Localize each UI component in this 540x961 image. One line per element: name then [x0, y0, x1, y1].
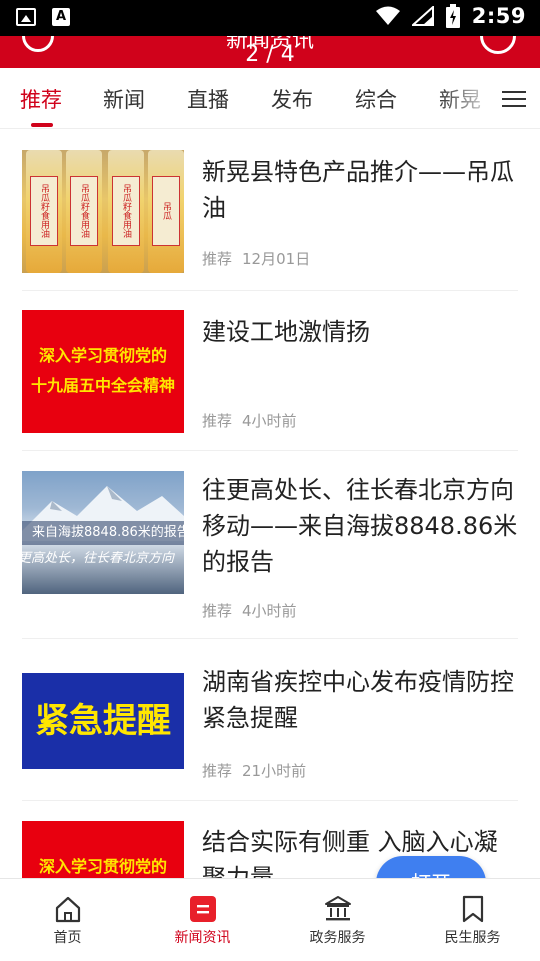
article-time: 4小时前	[242, 412, 297, 430]
article-category: 推荐	[202, 762, 233, 780]
article-category: 推荐	[202, 602, 233, 620]
article-time: 21小时前	[242, 762, 307, 780]
signal-icon	[411, 6, 434, 26]
notification-icons: A	[16, 8, 70, 26]
nav-news[interactable]: 新闻资讯	[135, 879, 270, 961]
article-title[interactable]: 建设工地激情扬	[202, 314, 518, 350]
clock: 2:59	[471, 4, 526, 28]
article-meta: 推荐 21小时前	[202, 760, 306, 781]
article-meta: 推荐 4小时前	[202, 600, 297, 621]
article-list: 吊瓜籽食用油 吊瓜籽食用油 吊瓜籽食用油 吊瓜 新晃县特色产品推介——吊瓜油 推…	[0, 128, 540, 878]
bookmark-icon	[462, 895, 484, 923]
article-meta: 推荐 4小时前	[202, 410, 297, 431]
article-time: 4小时前	[242, 602, 297, 620]
system-status: 2:59	[375, 4, 526, 28]
app-header: 新闻资讯 2 / 4	[0, 36, 540, 68]
category-tabs: 推荐 新闻 直播 发布 综合 新晃	[0, 70, 540, 129]
app-notification-icon: A	[52, 8, 70, 26]
list-item[interactable]: 深入学习贯彻党的 十九届五中全会精神 建设工地激情扬 推荐 4小时前	[22, 290, 518, 451]
active-tab-indicator	[31, 123, 53, 127]
article-category: 推荐	[202, 412, 233, 430]
nav-label: 新闻资讯	[174, 930, 231, 946]
list-item[interactable]: 紧急提醒 湖南省疾控中心发布疫情防控紧急提醒 推荐 21小时前	[22, 638, 518, 801]
article-thumbnail: 深入学习贯彻党的 十九届五中全会精神	[22, 310, 184, 433]
article-title[interactable]: 湖南省疾控中心发布疫情防控紧急提醒	[202, 664, 518, 736]
wifi-icon	[375, 6, 400, 25]
nav-label: 民生服务	[444, 930, 501, 946]
nav-label: 政务服务	[309, 930, 366, 946]
article-thumbnail: 吊瓜籽食用油 吊瓜籽食用油 吊瓜籽食用油 吊瓜	[22, 150, 184, 273]
tab-live[interactable]: 直播	[187, 84, 229, 114]
battery-icon	[445, 4, 460, 28]
article-thumbnail: 深入学习贯彻党的	[22, 821, 184, 878]
list-item[interactable]: 来自海拔8848.86米的报告 更高处长，往长春北京方向 往更高处长、往长春北京…	[22, 450, 518, 639]
bottom-nav: 首页 新闻资讯 政务服务 民生服务	[0, 878, 540, 961]
tab-news[interactable]: 新闻	[103, 84, 145, 114]
tab-general[interactable]: 综合	[355, 84, 397, 114]
list-item[interactable]: 吊瓜籽食用油 吊瓜籽食用油 吊瓜籽食用油 吊瓜 新晃县特色产品推介——吊瓜油 推…	[22, 148, 518, 291]
news-icon	[190, 896, 216, 922]
government-icon	[325, 896, 351, 921]
nav-livelihood[interactable]: 民生服务	[405, 879, 540, 961]
page-indicator: 2 / 4	[245, 42, 295, 67]
tabs-fade	[438, 70, 498, 128]
nav-home[interactable]: 首页	[0, 879, 135, 961]
home-icon	[55, 896, 81, 923]
image-notification-icon	[16, 8, 36, 26]
tab-recommend[interactable]: 推荐	[20, 84, 62, 114]
article-title[interactable]: 新晃县特色产品推介——吊瓜油	[202, 154, 518, 226]
article-meta: 推荐 12月01日	[202, 248, 310, 269]
menu-icon[interactable]	[492, 70, 540, 128]
nav-government[interactable]: 政务服务	[270, 879, 405, 961]
tab-publish[interactable]: 发布	[271, 84, 313, 114]
article-thumbnail: 紧急提醒	[22, 673, 184, 769]
status-bar: A 2:59	[0, 0, 540, 36]
article-time: 12月01日	[242, 250, 311, 268]
nav-label: 首页	[53, 930, 82, 946]
article-category: 推荐	[202, 250, 233, 268]
article-title[interactable]: 往更高处长、往长春北京方向移动——来自海拔8848.86米的报告	[202, 472, 518, 580]
article-thumbnail: 来自海拔8848.86米的报告 更高处长，往长春北京方向	[22, 471, 184, 594]
